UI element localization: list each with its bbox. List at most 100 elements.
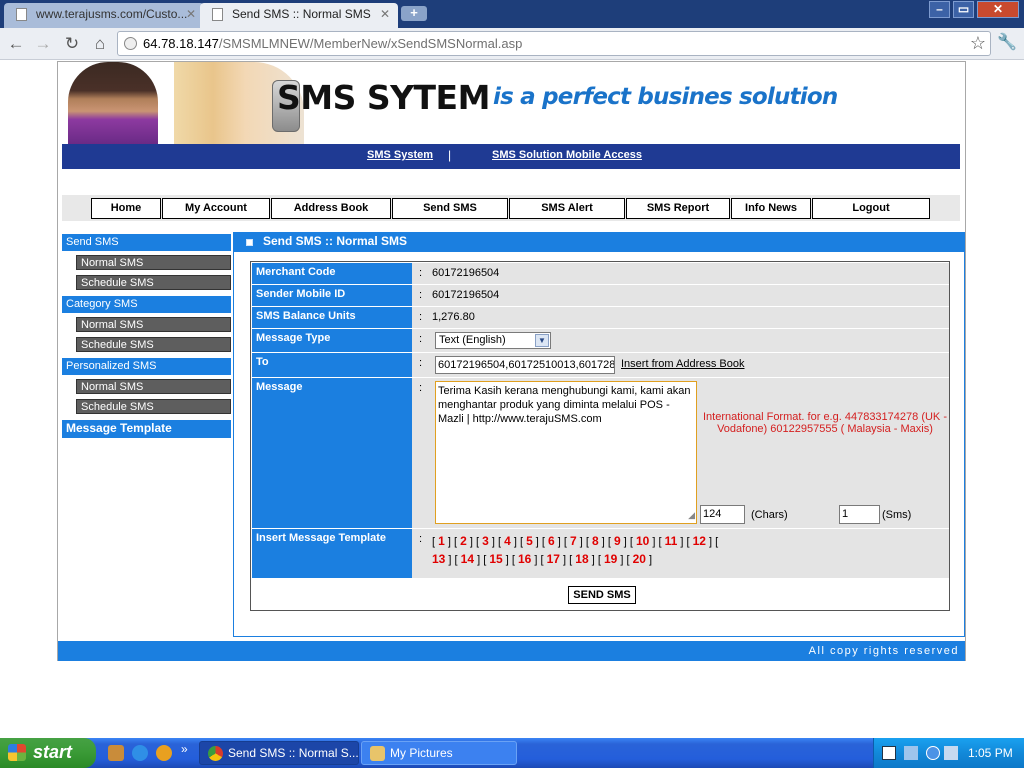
colon: : [419, 289, 423, 301]
message-label: Message [252, 378, 412, 528]
tab-title: www.terajusms.com/Custo... [36, 7, 188, 21]
url-text: 64.78.18.147/SMSMLMNEW/MemberNew/xSendSM… [143, 36, 522, 51]
merchant-code-label: Merchant Code [252, 263, 412, 284]
task-label: My Pictures [390, 746, 453, 760]
show-desktop-icon[interactable] [108, 745, 124, 761]
template-link-5[interactable]: 5 [526, 534, 533, 548]
browser-tab-terajusms[interactable]: www.terajusms.com/Custo... ✕ [4, 3, 204, 28]
template-link-13[interactable]: 13 [432, 552, 445, 566]
start-button[interactable]: start [0, 738, 96, 768]
sms-system-link[interactable]: SMS System [367, 149, 433, 161]
to-label: To [252, 353, 412, 377]
sidebar-head-message-template[interactable]: Message Template [62, 420, 231, 438]
menu-logout[interactable]: Logout [812, 198, 930, 219]
template-link-3[interactable]: 3 [482, 534, 489, 548]
menu-my-account[interactable]: My Account [162, 198, 270, 219]
send-sms-button[interactable]: SEND SMS [568, 586, 636, 604]
recipients-input[interactable]: 60172196504,60172510013,6017284 [435, 356, 615, 374]
insert-address-book-link[interactable]: Insert from Address Book [621, 358, 745, 370]
sidebar-head-category-sms[interactable]: Category SMS [62, 296, 231, 313]
template-link-7[interactable]: 7 [570, 534, 577, 548]
page-icon [212, 8, 223, 21]
sidebar-item-normal-sms[interactable]: Normal SMS [76, 255, 231, 270]
template-link-2[interactable]: 2 [460, 534, 467, 548]
sidebar-item-category-schedule-sms[interactable]: Schedule SMS [76, 337, 231, 352]
balance-label: SMS Balance Units [252, 307, 412, 328]
browser-tab-strip: www.terajusms.com/Custo... ✕ Send SMS ::… [0, 0, 1024, 28]
close-window-button[interactable]: ✕ [977, 1, 1019, 18]
menu-send-sms[interactable]: Send SMS [392, 198, 508, 219]
minimize-button[interactable]: – [929, 1, 950, 18]
back-arrow-icon[interactable]: ← [5, 33, 27, 55]
sidebar-item-schedule-sms[interactable]: Schedule SMS [76, 275, 231, 290]
template-link-16[interactable]: 16 [518, 552, 531, 566]
reload-icon[interactable]: ↻ [61, 33, 83, 55]
sms-count-input[interactable]: 1 [839, 505, 880, 524]
menu-sms-report[interactable]: SMS Report [626, 198, 730, 219]
char-count-input[interactable]: 124 [700, 505, 745, 524]
volume-icon[interactable] [944, 746, 958, 760]
template-link-20[interactable]: 20 [633, 552, 646, 566]
char-count-label: (Chars) [751, 509, 788, 521]
template-link-6[interactable]: 6 [548, 534, 555, 548]
template-link-4[interactable]: 4 [504, 534, 511, 548]
template-link-wrap: [ 1 ] [432, 534, 454, 548]
home-icon[interactable]: ⌂ [89, 33, 111, 55]
balance-row: SMS Balance Units : 1,276.80 [252, 307, 949, 328]
menu-sms-alert[interactable]: SMS Alert [509, 198, 625, 219]
new-tab-button[interactable]: + [401, 6, 427, 21]
message-type-select[interactable]: Text (English) ▼ [435, 332, 551, 349]
help-icon[interactable] [882, 746, 896, 760]
task-chrome-send-sms[interactable]: Send SMS :: Normal S... [199, 741, 359, 765]
chevron-down-icon[interactable]: ▼ [535, 334, 549, 347]
template-link-1[interactable]: 1 [438, 534, 445, 548]
address-bar[interactable]: 64.78.18.147/SMSMLMNEW/MemberNew/xSendSM… [117, 31, 991, 56]
panel-title: Send SMS :: Normal SMS [234, 232, 965, 252]
panel-title-text: Send SMS :: Normal SMS [263, 234, 408, 248]
template-link-wrap: [ 17 ] [540, 552, 570, 566]
colon: : [419, 267, 423, 279]
menu-home[interactable]: Home [91, 198, 161, 219]
template-link-wrap: [ 9 ] [607, 534, 630, 548]
tray-expand-icon[interactable] [926, 746, 940, 760]
task-my-pictures[interactable]: My Pictures [361, 741, 517, 765]
wrench-icon[interactable]: 🔧 [997, 32, 1017, 52]
clock: 1:05 PM [968, 746, 1013, 760]
template-link-17[interactable]: 17 [547, 552, 560, 566]
close-icon[interactable]: ✕ [186, 3, 196, 25]
internet-explorer-icon[interactable] [132, 745, 148, 761]
template-link-19[interactable]: 19 [604, 552, 617, 566]
resize-grip-icon[interactable]: ◢ [688, 508, 695, 522]
top-link-bar: SMS System | SMS Solution Mobile Access [62, 144, 960, 169]
network-icon[interactable] [904, 746, 918, 760]
sms-mobile-access-link[interactable]: SMS Solution Mobile Access [492, 149, 642, 161]
sidebar-head-send-sms[interactable]: Send SMS [62, 234, 231, 251]
sidebar-item-personalized-normal-sms[interactable]: Normal SMS [76, 379, 231, 394]
close-icon[interactable]: ✕ [380, 3, 390, 25]
quick-launch-overflow-icon[interactable]: » [181, 742, 188, 756]
template-link-10[interactable]: 10 [636, 534, 649, 548]
template-link-18[interactable]: 18 [575, 552, 588, 566]
template-link-15[interactable]: 15 [489, 552, 502, 566]
bookmark-star-icon[interactable]: ☆ [970, 33, 986, 54]
template-link-12[interactable]: 12 [693, 534, 706, 548]
template-link-wrap: [ 2 ] [453, 534, 476, 548]
browser-tab-send-sms[interactable]: Send SMS :: Normal SMS ✕ [200, 3, 398, 28]
template-links: [ 1 ] [ 2 ] [ 3 ] [ 4 ] [ 5 ] [ 6 ] [ 7 … [432, 533, 722, 569]
template-link-8[interactable]: 8 [592, 534, 599, 548]
sidebar-head-personalized-sms[interactable]: Personalized SMS [62, 358, 231, 375]
template-link-14[interactable]: 14 [461, 552, 474, 566]
menu-info-news[interactable]: Info News [731, 198, 811, 219]
maximize-button[interactable]: ▭ [953, 1, 974, 18]
message-textarea[interactable]: Terima Kasih kerana menghubungi kami, ka… [435, 381, 697, 524]
footer-bar: All copy rights reserved [58, 641, 965, 661]
menu-address-book[interactable]: Address Book [271, 198, 391, 219]
template-link-11[interactable]: 11 [665, 534, 678, 548]
forward-arrow-icon[interactable]: → [32, 33, 54, 55]
copyright-text: All copy rights reserved [808, 645, 959, 657]
media-player-icon[interactable] [156, 745, 172, 761]
template-link-9[interactable]: 9 [614, 534, 621, 548]
sidebar-item-personalized-schedule-sms[interactable]: Schedule SMS [76, 399, 231, 414]
sidebar-item-category-normal-sms[interactable]: Normal SMS [76, 317, 231, 332]
task-label: Send SMS :: Normal S... [228, 746, 359, 760]
